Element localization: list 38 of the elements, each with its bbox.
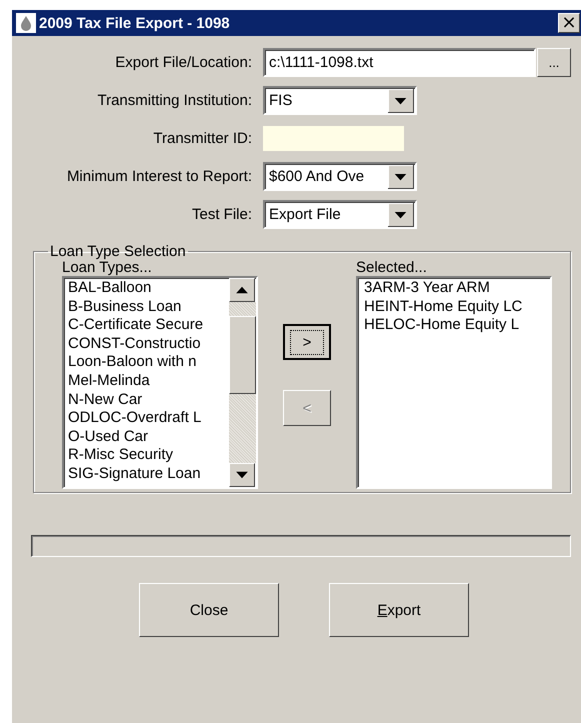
list-item[interactable]: ODLOC-Overdraft L	[68, 409, 225, 428]
dropdown[interactable]: $600 And Ove	[263, 162, 417, 191]
list-item[interactable]: 3ARM-3 Year ARM	[364, 279, 546, 298]
list-item[interactable]: C-Certificate Secure	[68, 316, 225, 335]
list-item[interactable]: BAL-Balloon	[68, 279, 225, 298]
text-field[interactable]	[263, 126, 404, 151]
browse-button[interactable]: ...	[537, 48, 571, 77]
list-item[interactable]: Mel-Melinda	[68, 372, 225, 391]
list-item[interactable]: SIG-Signature Loan	[68, 464, 225, 484]
list-item[interactable]: O-Used Car	[68, 428, 225, 446]
export-button[interactable]: Export	[329, 583, 469, 637]
field-label: Transmitting Institution:	[96, 92, 252, 109]
list-item[interactable]: HEINT-Home Equity LC	[364, 298, 546, 316]
list-item[interactable]: N-New Car	[68, 390, 225, 410]
field-label: Test File:	[190, 206, 252, 223]
field-label: Export File/Location:	[114, 54, 252, 71]
list-item[interactable]: B-Business Loan	[68, 298, 225, 316]
close-button[interactable]: ×	[558, 13, 580, 33]
file-path-field[interactable]: c:\1111-1098.txt	[263, 48, 536, 77]
dropdown[interactable]: FIS	[263, 86, 417, 115]
list-item[interactable]: Loon-Baloon with n	[68, 353, 225, 372]
window-title: 2009 Tax File Export - 1098	[39, 14, 231, 32]
list-item[interactable]: CONST-Constructio	[68, 334, 225, 354]
drop-icon	[16, 13, 36, 33]
field-label: Transmitter ID:	[152, 130, 252, 147]
scroll-up-icon[interactable]	[229, 278, 255, 302]
list-label: Loan Types...	[62, 260, 153, 276]
close-button[interactable]: Close	[139, 583, 279, 637]
dropdown[interactable]: Export File	[263, 200, 417, 229]
scroll-thumb[interactable]	[229, 316, 256, 394]
scrollbar[interactable]	[229, 278, 256, 487]
group-title: Loan Type Selection	[49, 243, 187, 260]
list-item[interactable]: HELOC-Home Equity L	[364, 316, 546, 335]
add-button[interactable]: >	[283, 324, 331, 360]
list-label: Selected...	[356, 260, 428, 276]
field-label: Minimum Interest to Report:	[66, 168, 252, 185]
scroll-down-icon[interactable]	[229, 463, 255, 487]
list-item[interactable]: R-Misc Security	[68, 446, 225, 465]
